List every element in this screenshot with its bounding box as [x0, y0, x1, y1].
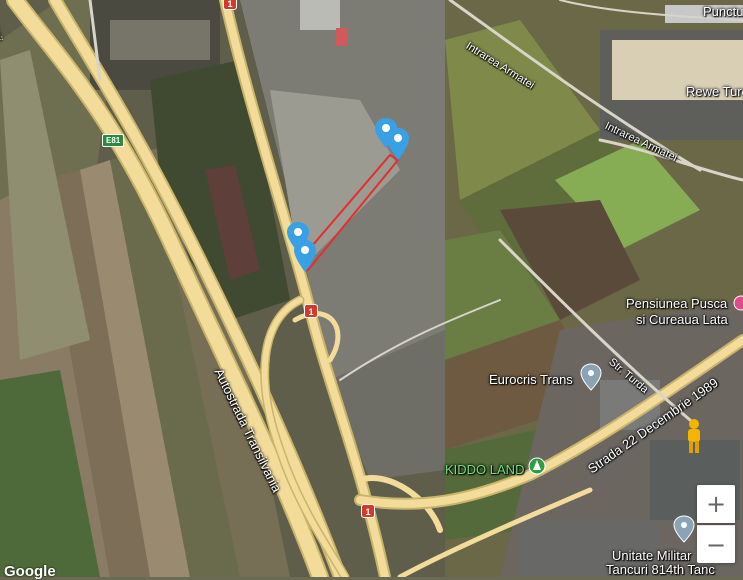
zoom-in-button[interactable]: +: [697, 485, 735, 523]
e81-shield: E81: [102, 134, 125, 147]
route-shield-1-bottom: 1: [361, 504, 375, 518]
poi-pin-kiddo[interactable]: [528, 457, 546, 475]
route-shield-1-middle: 1: [304, 304, 318, 318]
street-view-pegman-icon[interactable]: [683, 418, 705, 454]
google-logo: Google: [4, 563, 56, 580]
label-puncture: Punctu: [703, 4, 743, 19]
label-unitate-1: Unitate Militar: [612, 548, 692, 563]
zoom-out-button[interactable]: −: [697, 525, 735, 563]
label-kiddo-land: KIDDO LAND: [445, 462, 525, 477]
label-eurocris: Eurocris Trans: [489, 372, 573, 387]
label-unitate-2: Tancuri 814th Tanc: [606, 562, 715, 577]
label-pensiunea-2: si Cureaua Lata: [636, 312, 728, 327]
route-shield-1-top: 1: [223, 0, 237, 10]
label-pensiunea-1: Pensiunea Pusca: [626, 296, 728, 311]
poi-pin-pensiunea[interactable]: [733, 295, 743, 311]
label-rewe: Rewe Turd: [686, 84, 743, 99]
satellite-map[interactable]: [0, 0, 743, 577]
